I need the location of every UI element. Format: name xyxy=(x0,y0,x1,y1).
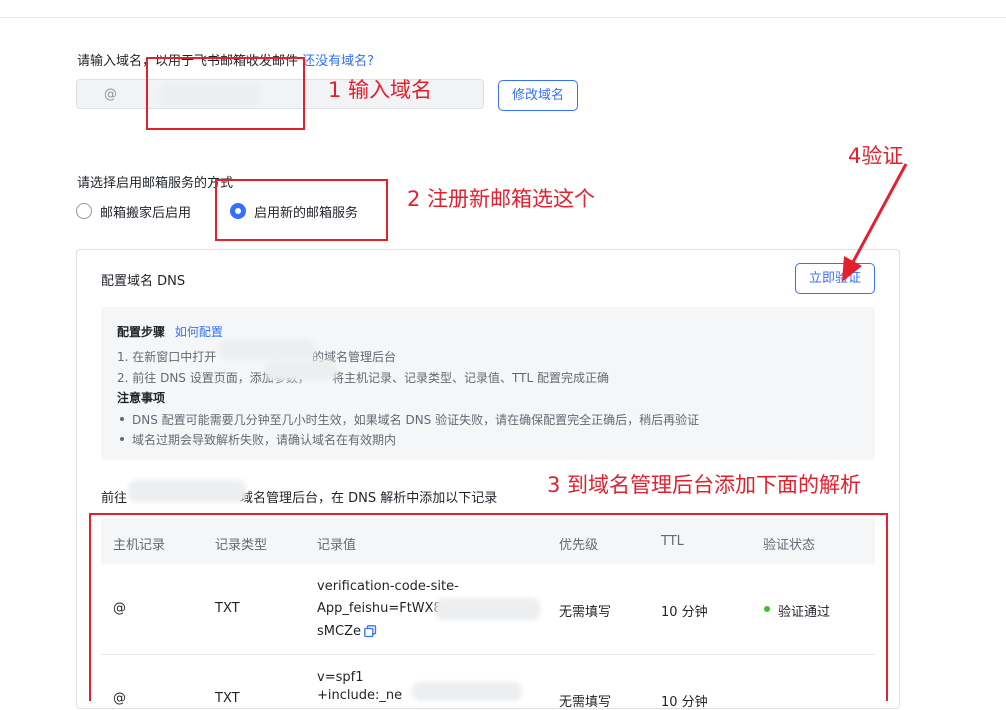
annotation-1: 1 输入域名 xyxy=(328,78,433,102)
steps-header: 配置步骤 如何配置 xyxy=(117,325,223,339)
dns-panel-title: 配置域名 DNS xyxy=(101,274,186,289)
annotation-3: 3 到域名管理后台添加下面的解析 xyxy=(547,473,862,497)
notes-title: 注意事项 xyxy=(117,391,166,405)
redacted-params xyxy=(265,360,337,380)
note-1-bullet xyxy=(120,417,124,421)
goto-text-end: 域名管理后台，在 DNS 解析中添加以下记录 xyxy=(240,491,498,506)
note-2: 域名过期会导致解析失败，请确认域名在有效期内 xyxy=(132,433,397,447)
step-1-start: 1. 在新窗口中打开 xyxy=(117,350,217,364)
radio-migrate[interactable] xyxy=(76,203,92,219)
redacted-provider-1 xyxy=(220,340,315,360)
step-2-end: 将主机记录、记录类型、记录值、TTL 配置完成正确 xyxy=(332,371,609,385)
annotation-box-2 xyxy=(215,179,388,241)
service-prompt: 请选择启用邮箱服务的方式 xyxy=(77,176,234,191)
note-1: DNS 配置可能需要几分钟至几小时生效，如果域名 DNS 验证失败，请在确保配置… xyxy=(132,413,700,427)
note-2-bullet xyxy=(120,437,124,441)
annotation-box-3 xyxy=(89,513,888,701)
top-divider xyxy=(0,17,1006,18)
arrow-annotation xyxy=(842,163,908,282)
redacted-provider-2 xyxy=(128,480,246,502)
edit-domain-button[interactable]: 修改域名 xyxy=(498,80,578,111)
no-domain-link[interactable]: 还没有域名? xyxy=(302,54,374,69)
goto-text-start: 前往 xyxy=(101,491,128,506)
how-to-configure-link[interactable]: 如何配置 xyxy=(175,325,223,339)
annotation-2: 2 注册新邮箱选这个 xyxy=(407,187,596,211)
at-prefix: @ xyxy=(104,87,117,102)
radio-migrate-label: 邮箱搬家后启用 xyxy=(100,206,192,221)
annotation-box-1 xyxy=(146,57,305,130)
